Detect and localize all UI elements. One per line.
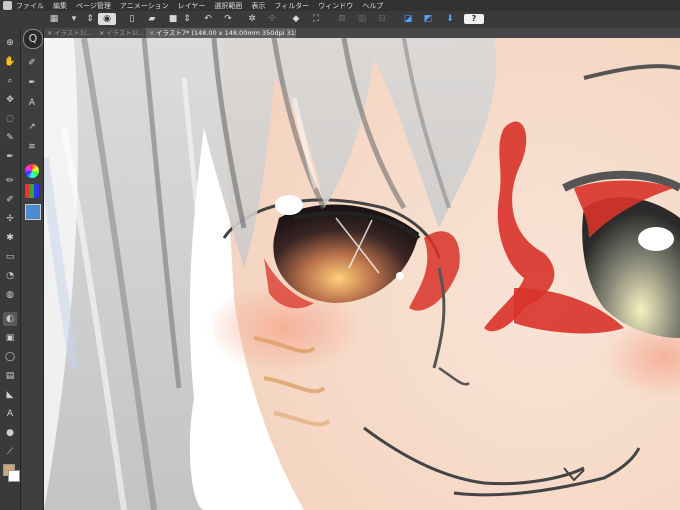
gradient-icon[interactable]: ◐	[3, 312, 17, 326]
grid-icon[interactable]: ▦	[48, 13, 60, 25]
undo-icon[interactable]: ↶	[202, 13, 214, 25]
new-file-icon[interactable]: ▯	[126, 13, 138, 25]
menu-edit[interactable]: 編集	[53, 1, 67, 11]
snap-icon[interactable]: ◩	[422, 13, 434, 25]
color-wheel-icon[interactable]	[25, 164, 39, 178]
pencil-icon[interactable]: ✏	[3, 174, 17, 188]
decoration-icon[interactable]: ✱	[3, 231, 17, 245]
brush-icon[interactable]: ✐	[3, 193, 17, 207]
eraser-icon[interactable]: ◆	[290, 13, 302, 25]
zoom-icon[interactable]: ⊕	[3, 36, 17, 50]
menu-window[interactable]: ウィンドウ	[318, 1, 353, 11]
sparkle-icon[interactable]: ✲	[246, 13, 258, 25]
menu-layer[interactable]: レイヤー	[178, 1, 206, 11]
arrow-dropdown-icon[interactable]: ⇕	[181, 13, 193, 25]
app-icon[interactable]	[3, 1, 12, 10]
shape-icon[interactable]: ▣	[3, 331, 17, 345]
layer-property-icon[interactable]: A	[25, 96, 39, 110]
menu-selection[interactable]: 選択範囲	[214, 1, 242, 11]
menu-filter[interactable]: フィルター	[274, 1, 309, 11]
fill-icon[interactable]: ◍	[3, 288, 17, 302]
blend-icon[interactable]: ◔	[3, 269, 17, 283]
hand-icon[interactable]: ✋	[3, 55, 17, 69]
airbrush-icon[interactable]: ✢	[3, 212, 17, 226]
ruler-icon[interactable]: ▤	[3, 369, 17, 383]
tab-label: イラスト1(...	[106, 29, 145, 37]
text-icon[interactable]: A	[3, 407, 17, 421]
move-icon[interactable]: ✥	[3, 93, 17, 107]
sub-tool-palette: Q ✐ ✒ A ↗ ≋	[21, 28, 44, 510]
tab-document-active[interactable]: ×イラスト7* (148.00 x 148.00mm 350dpi 315.2%…	[146, 28, 296, 38]
menu-help[interactable]: ヘルプ	[362, 1, 383, 11]
close-icon[interactable]: ×	[99, 28, 104, 38]
eraser-icon[interactable]: ▭	[3, 250, 17, 264]
frame-icon[interactable]: ◯	[3, 350, 17, 364]
arrow-dropdown-icon[interactable]: ⇕	[84, 13, 96, 25]
save-icon[interactable]: ■	[167, 13, 179, 25]
command-bar: ▦ ▾ ⇕ ◉ ▯ ▰ ■ ⇕ ↶ ↷ ✲ ✣ ◆ ⛶ ⊠ ▥ ⊟ ◪ ◩ ⬇ …	[0, 11, 680, 29]
fill-icon[interactable]: ⛶	[310, 13, 322, 25]
sub-color-swatch[interactable]	[8, 470, 20, 482]
line-icon[interactable]: ⟋	[3, 445, 17, 459]
lasso-icon[interactable]: ◌	[3, 112, 17, 126]
brush-size-icon[interactable]: ✒	[25, 76, 39, 90]
eye-icon[interactable]: ◉	[98, 13, 116, 25]
help-button[interactable]: ?	[464, 14, 484, 24]
menu-file[interactable]: ファイル	[16, 1, 44, 11]
document-tabs: × イラスト1(... × イラスト1(... × イラスト7* (148.00 x …	[44, 28, 680, 38]
open-folder-icon[interactable]: ▰	[146, 13, 158, 25]
pen-icon[interactable]: ✒	[3, 150, 17, 164]
drawing-canvas[interactable]	[44, 38, 680, 510]
tab-document-1[interactable]: × イラスト1(...	[44, 28, 104, 38]
navigator-icon[interactable]: Q	[23, 29, 43, 49]
arrow-dropdown-icon[interactable]: ▾	[68, 13, 80, 25]
crop-icon[interactable]: ⊠	[336, 13, 348, 25]
tab-label: イラスト7* (148.00 x 148.00mm 350dpi 315.2%)	[156, 29, 296, 37]
menu-view[interactable]: 表示	[251, 1, 265, 11]
close-icon[interactable]: ×	[149, 28, 154, 38]
menu-animation[interactable]: アニメーション	[120, 1, 169, 11]
eyedropper-icon[interactable]: ✎	[3, 131, 17, 145]
text-icon[interactable]: ◣	[3, 388, 17, 402]
transform-icon[interactable]: ✣	[266, 13, 278, 25]
menu-page[interactable]: ページ管理	[76, 1, 111, 11]
tab-label: イラスト1(...	[54, 29, 93, 37]
redo-icon[interactable]: ↷	[222, 13, 234, 25]
menu-bar: ファイル 編集 ページ管理 アニメーション レイヤー 選択範囲 表示 フィルター…	[0, 0, 680, 11]
blend-icon[interactable]: ▥	[356, 13, 368, 25]
ruler-icon[interactable]: ◪	[402, 13, 414, 25]
artwork	[44, 38, 680, 510]
download-icon[interactable]: ⬇	[444, 13, 456, 25]
zoom-glass-icon[interactable]: ⌕	[3, 74, 17, 88]
tool-palette: ⊕ ✋ ⌕ ✥ ◌ ✎ ✒ ✏ ✐ ✢ ✱ ▭ ◔ ◍ ◐ ▣ ◯ ▤ ◣ A …	[0, 28, 21, 510]
clear-icon[interactable]: ⊟	[376, 13, 388, 25]
close-icon[interactable]: ×	[47, 28, 52, 38]
color-set-icon[interactable]	[25, 184, 39, 198]
sub-view-icon[interactable]	[25, 204, 41, 220]
balloon-icon[interactable]: ●	[3, 426, 17, 440]
layer-icon[interactable]: ↗	[25, 120, 39, 134]
tool-property-icon[interactable]: ✐	[25, 56, 39, 70]
layer-icon[interactable]: ≋	[25, 140, 39, 154]
